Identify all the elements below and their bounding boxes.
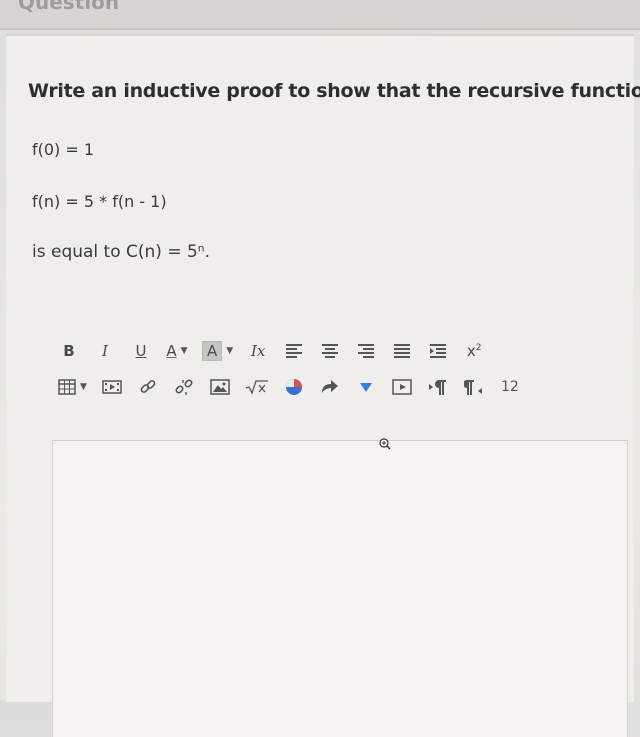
chevron-down-icon: ▼	[180, 346, 188, 356]
chevron-down-icon	[359, 383, 372, 392]
image-icon	[210, 379, 230, 395]
equation-button[interactable]	[245, 375, 269, 399]
editor-toolbar-row-1: B I U A ▼ A ▼ Ix x2	[58, 338, 499, 364]
video-button[interactable]	[391, 375, 413, 399]
indent-button[interactable]	[427, 339, 449, 363]
background-color-button[interactable]: A ▼	[202, 339, 233, 363]
base-case-line: f(0) = 1	[32, 140, 95, 159]
superscript-icon: x2	[466, 342, 482, 360]
rtl-paragraph-button[interactable]	[463, 375, 485, 399]
unlink-icon	[175, 379, 193, 395]
ink-button[interactable]	[283, 375, 305, 399]
ltr-paragraph-button[interactable]	[427, 375, 449, 399]
indent-icon	[430, 344, 447, 358]
top-strip: Question	[0, 0, 640, 30]
background-color-icon: A	[202, 341, 223, 361]
media-icon	[102, 380, 122, 394]
rtl-paragraph-icon	[463, 380, 482, 395]
align-left-icon	[286, 344, 303, 358]
ink-icon	[285, 379, 302, 395]
font-color-icon: A	[166, 342, 177, 360]
redo-icon	[321, 380, 338, 393]
table-icon	[58, 379, 76, 395]
redo-button[interactable]	[319, 375, 341, 399]
ltr-paragraph-icon	[428, 380, 446, 395]
unlink-button[interactable]	[173, 375, 195, 399]
align-right-button[interactable]	[355, 339, 377, 363]
link-icon	[140, 380, 156, 393]
question-card: Write an inductive proof to show that th…	[6, 34, 640, 737]
editor-toolbar-row-2: ▼ 12	[58, 374, 535, 400]
align-justify-icon	[394, 344, 411, 358]
question-header-title: Question	[18, 0, 120, 14]
equation-icon	[245, 380, 268, 395]
align-center-icon	[322, 344, 339, 358]
claim-line: is equal to C(n) = 5ⁿ.	[32, 242, 210, 262]
table-button[interactable]: ▼	[58, 375, 87, 399]
video-icon	[392, 379, 412, 395]
underline-button[interactable]: U	[130, 339, 152, 363]
question-prompt: Write an inductive proof to show that th…	[28, 80, 640, 102]
clear-formatting-button[interactable]: Ix	[247, 339, 269, 363]
align-center-button[interactable]	[319, 339, 341, 363]
align-left-button[interactable]	[283, 339, 305, 363]
more-options-button[interactable]	[355, 375, 377, 399]
chevron-down-icon: ▼	[80, 382, 87, 392]
font-color-button[interactable]: A ▼	[166, 339, 188, 363]
italic-button[interactable]: I	[94, 339, 116, 363]
recurrence-line: f(n) = 5 * f(n - 1)	[32, 192, 167, 211]
chevron-down-icon: ▼	[226, 346, 234, 356]
superscript-button[interactable]: x2	[463, 339, 485, 363]
answer-editor[interactable]	[52, 438, 628, 737]
clear-formatting-icon: Ix	[250, 342, 266, 360]
media-button[interactable]	[101, 375, 123, 399]
align-right-icon	[358, 344, 375, 358]
link-button[interactable]	[137, 375, 159, 399]
image-button[interactable]	[209, 375, 231, 399]
font-size-select[interactable]: 12	[499, 375, 521, 399]
zoom-cursor-icon	[379, 435, 391, 454]
bold-button[interactable]: B	[58, 339, 80, 363]
align-justify-button[interactable]	[391, 339, 413, 363]
